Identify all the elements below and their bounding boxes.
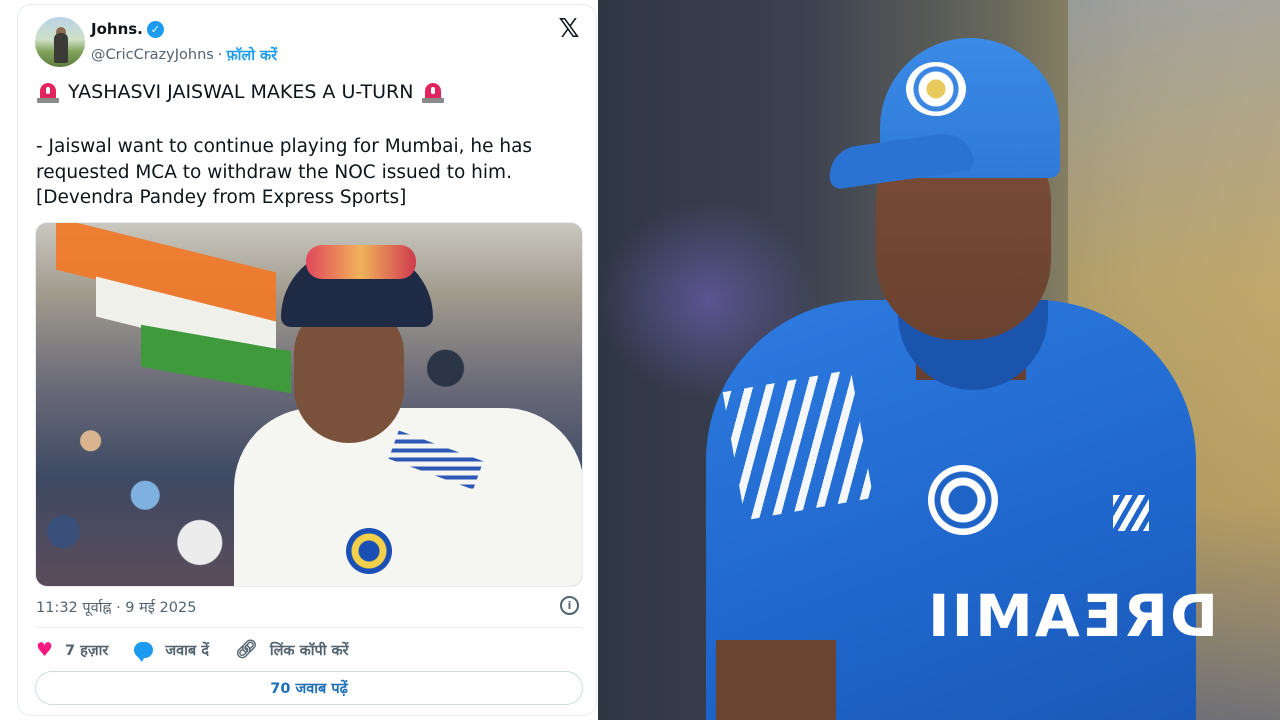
handle-separator: · (217, 47, 223, 63)
player-sunglasses (306, 245, 416, 279)
headline-text: YASHASVI JAISWAL MAKES A U-TURN (68, 81, 414, 103)
reply-button[interactable]: जवाब दें (134, 640, 209, 662)
like-count: 7 हज़ार (65, 643, 109, 659)
tweet-headline: YASHASVI JAISWAL MAKES A U-TURN (36, 80, 581, 104)
x-logo-icon[interactable]: 𝕏 (555, 14, 583, 44)
info-icon[interactable]: i (560, 596, 579, 615)
shirt-crest (346, 528, 392, 574)
avatar[interactable] (35, 17, 85, 67)
follow-button[interactable]: फ़ॉलो करें (226, 45, 277, 65)
reply-bubble-icon (134, 642, 154, 662)
verified-badge-icon: ✓ (146, 20, 164, 38)
tweet-timestamp[interactable]: 11:32 पूर्वाह्न · 9 मई 2025 (36, 597, 196, 617)
siren-icon (421, 80, 445, 104)
reply-label: जवाब दें (165, 643, 209, 659)
jersey-text: IIMAƎЯᗡ (928, 582, 1221, 650)
tweet-photo[interactable] (35, 222, 583, 587)
copy-link-label: लिंक कॉपी करें (269, 643, 349, 659)
like-button[interactable]: ♥ 7 हज़ार (36, 640, 108, 660)
avatar-figure (54, 33, 68, 63)
tweet-body: - Jaiswal want to continue playing for M… (36, 136, 533, 208)
author-display-name[interactable]: Johns. (91, 20, 143, 38)
cap-crest (906, 62, 966, 116)
jersey-brand-logo (1113, 495, 1149, 531)
link-icon: 🔗︎ (234, 639, 258, 660)
jersey-stripes (722, 369, 874, 521)
copy-link-button[interactable]: 🔗︎ लिंक कॉपी करें (235, 640, 349, 660)
handle-row: @CricCrazyJohns · फ़ॉलो करें (91, 45, 277, 65)
heart-icon: ♥ (36, 638, 54, 661)
read-replies-button[interactable]: 70 जवाब पढ़ें (35, 671, 583, 705)
tweet-actions: ♥ 7 हज़ार जवाब दें 🔗︎ लिंक कॉपी करें (36, 638, 375, 662)
player-photo: IIMAƎЯᗡ (598, 0, 1280, 720)
player-arm (716, 640, 836, 720)
siren-icon (36, 80, 60, 104)
divider (36, 627, 582, 628)
jersey-crest (928, 465, 998, 535)
author-name-row[interactable]: Johns. ✓ (91, 20, 164, 38)
author-handle[interactable]: @CricCrazyJohns (91, 47, 214, 63)
tweet-panel: Johns. ✓ @CricCrazyJohns · फ़ॉलो करें 𝕏 … (0, 0, 598, 720)
